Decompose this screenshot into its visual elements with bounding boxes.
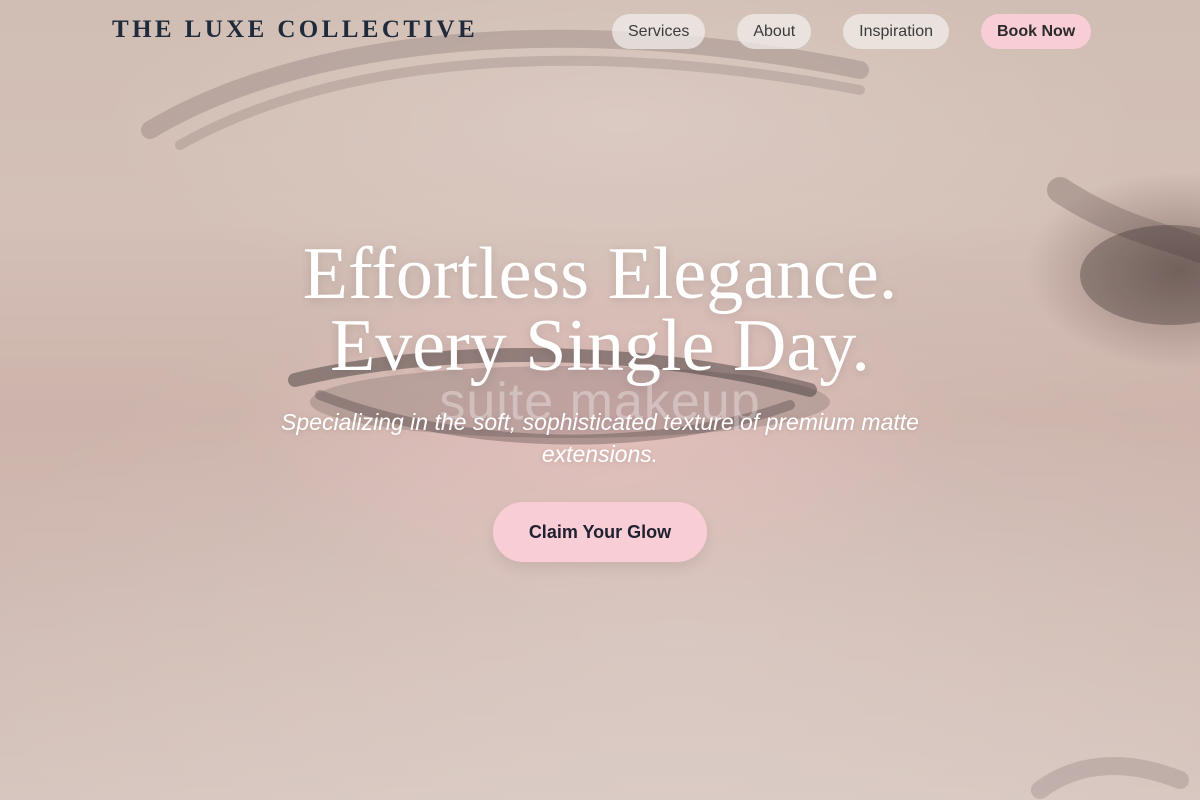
hero-section: Effortless Elegance. Every Single Day. bbox=[0, 237, 1200, 383]
book-now-button[interactable]: Book Now bbox=[981, 14, 1092, 49]
nav-services[interactable]: Services bbox=[612, 14, 706, 49]
nav-inspiration[interactable]: Inspiration bbox=[843, 14, 949, 49]
claim-your-glow-button[interactable]: Claim Your Glow bbox=[493, 502, 707, 562]
hero-subtitle: Specializing in the soft, sophisticated … bbox=[281, 409, 919, 467]
main-nav: Services About Inspiration Book Now bbox=[612, 14, 1092, 49]
hero-overlay bbox=[0, 0, 1200, 800]
site-header: THE LUXE COLLECTIVE Services About Inspi… bbox=[0, 0, 1200, 64]
brand-logo[interactable]: THE LUXE COLLECTIVE bbox=[112, 16, 478, 44]
hero-title-line-1: Effortless Elegance. bbox=[302, 233, 898, 315]
hero-title-line-2: Every Single Day. bbox=[330, 305, 870, 387]
hero-title: Effortless Elegance. Every Single Day. bbox=[0, 237, 1200, 383]
nav-about[interactable]: About bbox=[737, 14, 812, 49]
page-root: THE LUXE COLLECTIVE Services About Inspi… bbox=[0, 0, 1200, 800]
